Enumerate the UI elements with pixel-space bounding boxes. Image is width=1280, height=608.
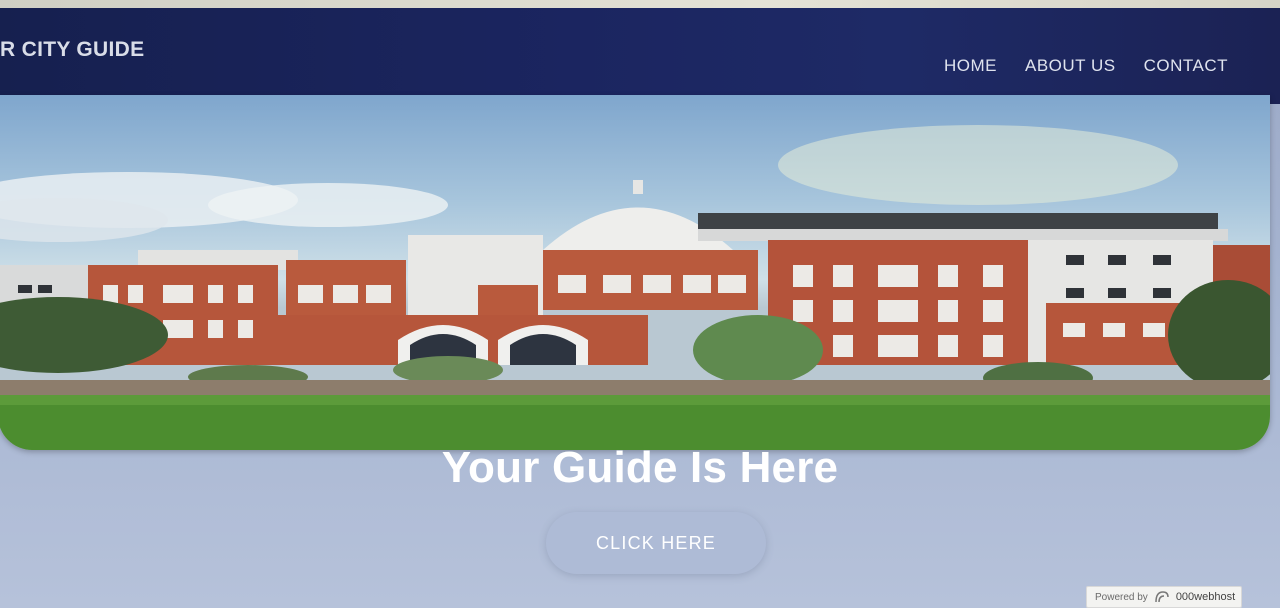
hero-image xyxy=(0,95,1270,450)
000webhost-logo-icon xyxy=(1154,590,1170,604)
nav-home-link[interactable]: HOME xyxy=(944,56,997,76)
powered-by-text: Powered by xyxy=(1095,591,1148,603)
main-nav: HOME ABOUT US CONTACT xyxy=(944,56,1228,76)
powered-by-badge[interactable]: Powered by 000webhost xyxy=(1086,586,1242,608)
campus-building-illustration xyxy=(0,125,1270,450)
powered-by-brand: 000webhost xyxy=(1175,591,1236,603)
site-brand[interactable]: R CITY GUIDE xyxy=(0,38,144,62)
click-here-button[interactable]: CLICK HERE xyxy=(546,512,766,574)
hero-headline: Your Guide Is Here xyxy=(441,443,839,492)
navbar: R CITY GUIDE HOME ABOUT US CONTACT xyxy=(0,8,1280,104)
nav-about-link[interactable]: ABOUT US xyxy=(1025,56,1116,76)
nav-contact-link[interactable]: CONTACT xyxy=(1144,56,1228,76)
